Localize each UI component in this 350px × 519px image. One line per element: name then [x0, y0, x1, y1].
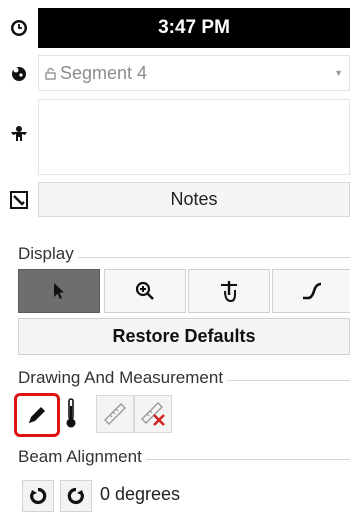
segment-dropdown[interactable]: Segment 4 ▼: [38, 55, 350, 91]
zoom-tool-button[interactable]: [104, 269, 186, 313]
pencil-tool-button[interactable]: [14, 393, 60, 437]
restore-defaults-label: Restore Defaults: [112, 326, 256, 346]
zoom-in-icon: [135, 281, 155, 301]
segment-type-icon: [8, 62, 30, 84]
touch-tool-button[interactable]: [188, 269, 270, 313]
pointer-tool-button[interactable]: [18, 269, 100, 313]
segment-selected-label: Segment 4: [60, 62, 148, 83]
curve-tool-button[interactable]: [272, 269, 350, 313]
ruler-delete-button[interactable]: [134, 395, 172, 433]
display-group-title: Display: [18, 244, 78, 264]
arrow-cursor-icon: [51, 282, 67, 300]
curve-tool-icon: [301, 282, 323, 300]
touch-gesture-icon: [219, 279, 239, 303]
description-field[interactable]: [38, 99, 350, 175]
beam-group-title: Beam Alignment: [18, 447, 146, 467]
edit-note-icon: [8, 189, 30, 211]
rotate-left-button[interactable]: [22, 480, 54, 512]
thermometer-tool-button[interactable]: [60, 395, 82, 431]
rotate-clockwise-icon: [67, 487, 85, 505]
lock-icon: [45, 67, 56, 80]
notes-button-label: Notes: [170, 189, 218, 209]
ruler-tool-button[interactable]: [96, 395, 134, 433]
chevron-down-icon: ▼: [334, 68, 343, 78]
time-display: 3:47 PM: [38, 8, 350, 48]
patient-icon: [8, 123, 30, 145]
rotate-right-button[interactable]: [60, 480, 92, 512]
thermometer-icon: [65, 397, 77, 429]
rotate-counterclockwise-icon: [29, 487, 47, 505]
restore-defaults-button[interactable]: Restore Defaults: [18, 318, 350, 355]
beam-angle-value: 0 degrees: [100, 484, 181, 504]
drawing-group-title: Drawing And Measurement: [18, 368, 228, 388]
time-text: 3:47 PM: [158, 17, 230, 38]
clock-icon: [8, 17, 30, 39]
notes-button[interactable]: Notes: [38, 182, 350, 217]
pencil-icon: [25, 403, 49, 427]
ruler-delete-icon: [139, 400, 167, 428]
ruler-icon: [102, 401, 128, 427]
